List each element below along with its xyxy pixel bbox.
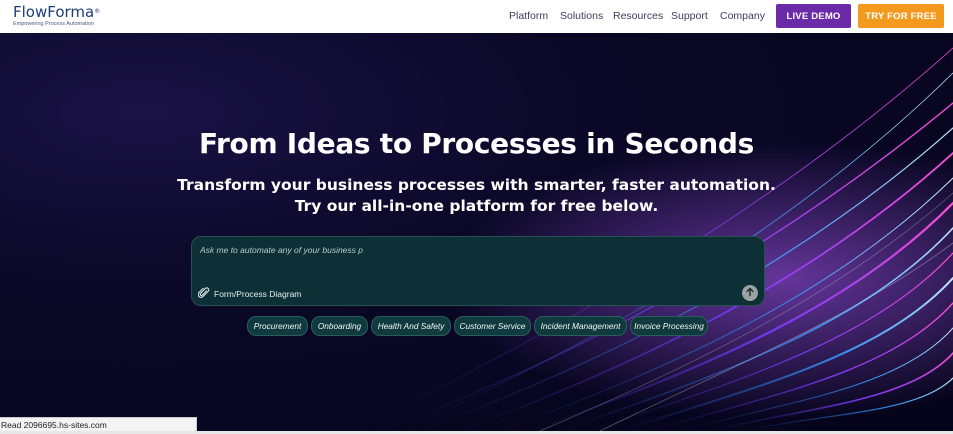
nav-link-support[interactable]: Support bbox=[671, 10, 708, 22]
flowforma-logo[interactable]: FlowForma® Empowering Process Automation bbox=[13, 4, 100, 28]
hero-subheadline-line2: Try our all-in-one platform for free bel… bbox=[294, 197, 659, 215]
arrow-up-icon bbox=[745, 284, 755, 302]
attach-label: Form/Process Diagram bbox=[214, 289, 302, 299]
send-button[interactable] bbox=[742, 285, 758, 301]
hero-section: From Ideas to Processes in Seconds Trans… bbox=[0, 33, 953, 431]
live-demo-button[interactable]: LIVE DEMO bbox=[776, 4, 851, 28]
logo-registered-mark: ® bbox=[94, 8, 101, 15]
chip-customer-service[interactable]: Customer Service bbox=[454, 316, 531, 336]
try-for-free-button[interactable]: TRY FOR FREE bbox=[858, 4, 944, 28]
browser-status-bar: Read 2096695.hs-sites.com bbox=[0, 417, 197, 432]
suggestion-chips: Procurement Onboarding Health And Safety… bbox=[0, 316, 953, 336]
top-navbar: FlowForma® Empowering Process Automation… bbox=[0, 0, 953, 33]
hero-background-streaks bbox=[0, 33, 953, 431]
chip-incident-management[interactable]: Incident Management bbox=[534, 316, 627, 336]
logo-name: FlowForma bbox=[13, 3, 95, 21]
chip-health-and-safety[interactable]: Health And Safety bbox=[371, 316, 451, 336]
nav-link-platform[interactable]: Platform bbox=[509, 10, 548, 22]
hero-subheadline-line1: Transform your business processes with s… bbox=[177, 176, 776, 194]
nav-link-company[interactable]: Company bbox=[720, 10, 765, 22]
chip-procurement[interactable]: Procurement bbox=[247, 316, 308, 336]
attach-diagram-button[interactable]: Form/Process Diagram bbox=[197, 287, 302, 301]
paperclip-icon bbox=[197, 287, 210, 301]
hero-headline: From Ideas to Processes in Seconds bbox=[198, 127, 755, 160]
nav-link-solutions[interactable]: Solutions bbox=[560, 10, 603, 22]
logo-tagline: Empowering Process Automation bbox=[13, 21, 95, 27]
ai-prompt-box: Form/Process Diagram bbox=[191, 236, 765, 306]
prompt-input[interactable] bbox=[200, 245, 720, 255]
chip-onboarding[interactable]: Onboarding bbox=[311, 316, 368, 336]
nav-link-resources[interactable]: Resources bbox=[613, 10, 663, 22]
chip-invoice-processing[interactable]: Invoice Processing bbox=[630, 316, 708, 336]
